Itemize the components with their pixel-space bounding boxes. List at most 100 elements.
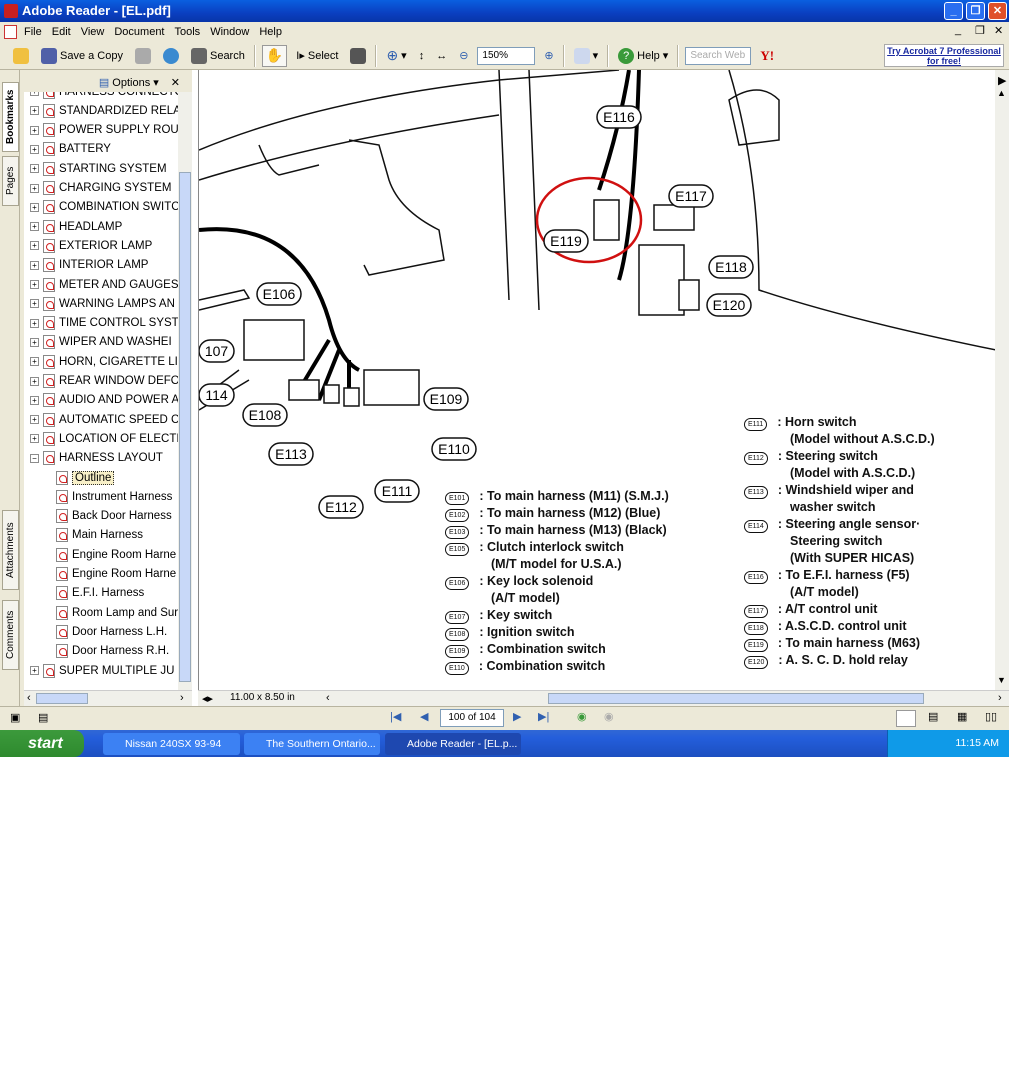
menu-help[interactable]: Help (259, 26, 282, 38)
bookmark-item[interactable]: Engine Room Harne (24, 545, 176, 564)
bookmark-item[interactable]: Door Harness L.H. (24, 622, 167, 641)
expand-icon[interactable]: + (30, 202, 39, 212)
save-copy-button[interactable]: Save a Copy (38, 45, 126, 67)
help-button[interactable]: ? Help ▾ (615, 45, 671, 67)
fit-width-button[interactable]: ↔ (433, 45, 450, 67)
bookmark-item[interactable]: + INTERIOR LAMP (24, 256, 148, 275)
snapshot-button[interactable] (347, 45, 369, 67)
bookmark-item[interactable]: + POWER SUPPLY ROU (24, 121, 179, 140)
menu-view[interactable]: View (81, 26, 105, 38)
expand-icon[interactable]: + (30, 92, 39, 96)
next-page-button[interactable]: ▶ (513, 710, 521, 723)
scroll-thumb[interactable] (548, 693, 924, 704)
expand-icon[interactable]: + (30, 280, 39, 289)
scroll-down-icon[interactable]: ▼ (997, 675, 1006, 685)
zoom-level-field[interactable]: 150% (477, 46, 536, 65)
menu-file[interactable]: File (24, 26, 42, 38)
menu-document[interactable]: Document (114, 26, 164, 38)
expand-icon[interactable]: + (30, 318, 39, 328)
expand-icon[interactable]: + (30, 376, 39, 386)
task-firefox[interactable]: The Southern Ontario... (244, 733, 380, 755)
bookmark-item[interactable]: + STARTING SYSTEM (24, 159, 167, 178)
bookmark-item[interactable]: + LOCATION OF ELECTI (24, 429, 180, 448)
bookmark-item[interactable]: + EXTERIOR LAMP (24, 236, 152, 255)
open-button[interactable] (10, 45, 32, 67)
bookmark-item[interactable]: Engine Room Harne (24, 565, 176, 584)
search-button[interactable]: Search (188, 45, 248, 67)
bookmark-item[interactable]: + COMBINATION SWITC (24, 198, 180, 217)
search-web-input[interactable]: Search Web (685, 46, 752, 65)
bookmark-item[interactable]: Instrument Harness (24, 487, 172, 506)
document-scrollbar[interactable]: ▶ ▲ ▼ (995, 70, 1009, 690)
zoom-in-button[interactable]: ⊕ (541, 45, 556, 67)
bookmark-item[interactable]: + AUDIO AND POWER A (24, 391, 179, 410)
first-page-button[interactable]: |◀ (390, 710, 401, 723)
expand-icon[interactable]: + (30, 337, 39, 347)
bookmarks-scrollbar[interactable] (178, 92, 192, 690)
bookmark-item[interactable]: + TIME CONTROL SYST (24, 314, 179, 333)
expand-icon[interactable]: + (30, 299, 39, 309)
close-button[interactable]: ✕ (988, 2, 1007, 20)
menu-window[interactable]: Window (210, 26, 249, 38)
bookmark-item[interactable]: Door Harness R.H. (24, 642, 169, 661)
doc-close-button[interactable]: ✕ (994, 24, 1003, 37)
document-hscrollbar[interactable]: ◂▸ 11.00 x 8.50 in ‹ › (198, 690, 1009, 706)
acrobat-promo-link[interactable]: Try Acrobat 7 Professional for free! (884, 44, 1004, 67)
bookmark-item[interactable]: Back Door Harness (24, 507, 172, 526)
task-folder[interactable]: Nissan 240SX 93-94 (103, 733, 240, 755)
bookmark-item[interactable]: + SUPER MULTIPLE JU (24, 661, 174, 680)
expand-icon[interactable]: + (30, 357, 39, 367)
expand-icon[interactable]: + (30, 434, 39, 444)
page-view-icon[interactable]: ▤ (38, 711, 48, 724)
bookmark-item[interactable]: Main Harness (24, 526, 143, 545)
bookmark-item[interactable]: Room Lamp and Sur (24, 603, 178, 622)
menu-tools[interactable]: Tools (175, 26, 201, 38)
menu-edit[interactable]: Edit (52, 26, 71, 38)
options-button[interactable]: ▤ Options ▾ (99, 76, 159, 89)
last-page-button[interactable]: ▶| (538, 710, 549, 723)
fullscreen-icon[interactable]: ▣ (10, 711, 20, 724)
bookmark-item[interactable]: + HARNESS CONNECTOR (24, 92, 180, 101)
scroll-left-icon[interactable]: ‹ (27, 692, 31, 704)
scroll-up-icon[interactable]: ▲ (997, 88, 1006, 98)
bookmark-item[interactable]: + HORN, CIGARETTE LI (24, 352, 178, 371)
bookmark-item[interactable]: + WARNING LAMPS AN (24, 294, 175, 313)
expand-icon[interactable]: + (30, 415, 39, 425)
tab-bookmarks[interactable]: Bookmarks (2, 82, 19, 152)
expand-icon[interactable]: + (30, 106, 39, 116)
bookmark-item[interactable]: − HARNESS LAYOUT (24, 449, 163, 468)
bookmark-item[interactable]: + CHARGING SYSTEM (24, 179, 171, 198)
collapse-icon[interactable]: − (30, 453, 39, 463)
facing-button[interactable]: ▯▯ (985, 710, 997, 723)
expand-icon[interactable]: + (30, 395, 39, 405)
previous-page-button[interactable]: ◀ (420, 710, 428, 723)
scroll-right-icon[interactable]: › (998, 692, 1002, 704)
tab-attachments[interactable]: Attachments (2, 510, 19, 590)
select-tool-button[interactable]: I▸ Select (293, 45, 341, 67)
bookmark-item[interactable]: + HEADLAMP (24, 217, 122, 236)
expand-icon[interactable]: + (30, 241, 39, 251)
scroll-left-icon[interactable]: ‹ (326, 692, 330, 704)
scroll-right-icon[interactable]: › (180, 692, 184, 704)
continuous-button[interactable]: ▤ (928, 710, 938, 723)
back-view-button[interactable]: ◉ (577, 710, 587, 723)
bookmark-item[interactable]: + BATTERY (24, 140, 111, 159)
start-button[interactable]: start (0, 730, 84, 757)
expand-icon[interactable]: + (30, 260, 39, 270)
bookmark-item[interactable]: + WIPER AND WASHEI (24, 333, 172, 352)
scroll-thumb[interactable] (36, 693, 88, 704)
zoom-out-button[interactable]: ⊖ (456, 45, 471, 67)
bookmark-item[interactable]: + METER AND GAUGES (24, 275, 179, 294)
print-button[interactable] (132, 45, 154, 67)
expand-icon[interactable]: + (30, 144, 39, 154)
document-view[interactable]: E116 E117 E119 E118 E120 E106 107 114 E108 E109 E1… (198, 70, 995, 690)
bookmark-item[interactable]: + STANDARDIZED RELA (24, 101, 180, 120)
yahoo-icon[interactable]: Y! (757, 45, 777, 67)
task-adobe-reader[interactable]: Adobe Reader - [EL.p... (385, 733, 521, 755)
expand-icon[interactable]: + (30, 183, 39, 193)
page-number-field[interactable]: 100 of 104 (440, 709, 504, 727)
bookmark-item[interactable]: + AUTOMATIC SPEED C (24, 410, 179, 429)
minimize-button[interactable]: _ (944, 2, 963, 20)
bookmark-item[interactable]: + REAR WINDOW DEFO (24, 372, 180, 391)
hand-tool-button[interactable]: ✋ (261, 44, 288, 67)
